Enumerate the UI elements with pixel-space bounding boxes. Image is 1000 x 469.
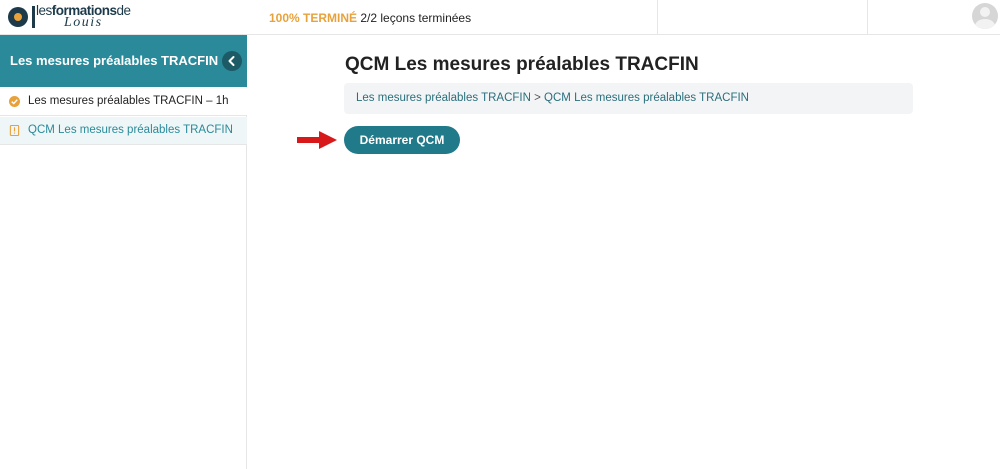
course-progress: 100% TERMINÉ 2/2 leçons terminées (269, 11, 471, 25)
avatar-head (980, 7, 990, 17)
breadcrumb-current-link[interactable]: QCM Les mesures préalables TRACFIN (544, 92, 749, 104)
sidebar: Les mesures préalables TRACFIN Les mesur… (0, 35, 247, 469)
sidebar-item-lesson[interactable]: Les mesures préalables TRACFIN – 1h (0, 88, 247, 116)
logo-bar (32, 6, 35, 28)
red-arrow-icon (297, 131, 337, 149)
check-circle-icon (9, 96, 20, 107)
breadcrumb-separator: > (534, 92, 541, 104)
breadcrumb-parent-link[interactable]: Les mesures préalables TRACFIN (356, 92, 531, 104)
logo[interactable]: lesformationsde Louis (8, 3, 131, 32)
sidebar-item-label: QCM Les mesures préalables TRACFIN (28, 124, 233, 136)
avatar-shoulders (975, 19, 995, 29)
header-divider (657, 0, 658, 35)
logo-script: Louis (64, 15, 103, 30)
progress-percent: 100% TERMINÉ (269, 11, 358, 25)
start-quiz-button[interactable]: Démarrer QCM (344, 126, 460, 154)
sidebar-item-quiz[interactable]: QCM Les mesures préalables TRACFIN (0, 117, 247, 145)
quiz-doc-icon (9, 125, 20, 136)
page-title: QCM Les mesures préalables TRACFIN (345, 54, 699, 75)
top-bar: lesformationsde Louis 100% TERMINÉ 2/2 l… (0, 0, 1000, 35)
user-avatar-icon[interactable] (972, 3, 998, 29)
sidebar-header: Les mesures préalables TRACFIN (0, 35, 247, 87)
chevron-left-icon[interactable] (222, 51, 242, 71)
sidebar-title: Les mesures préalables TRACFIN (10, 53, 219, 68)
header-divider (867, 0, 868, 35)
progress-lessons: 2/2 leçons terminées (360, 11, 472, 25)
logo-mark-icon (8, 7, 28, 27)
breadcrumb: Les mesures préalables TRACFIN > QCM Les… (344, 83, 913, 114)
sidebar-item-label: Les mesures préalables TRACFIN – 1h (28, 95, 229, 107)
